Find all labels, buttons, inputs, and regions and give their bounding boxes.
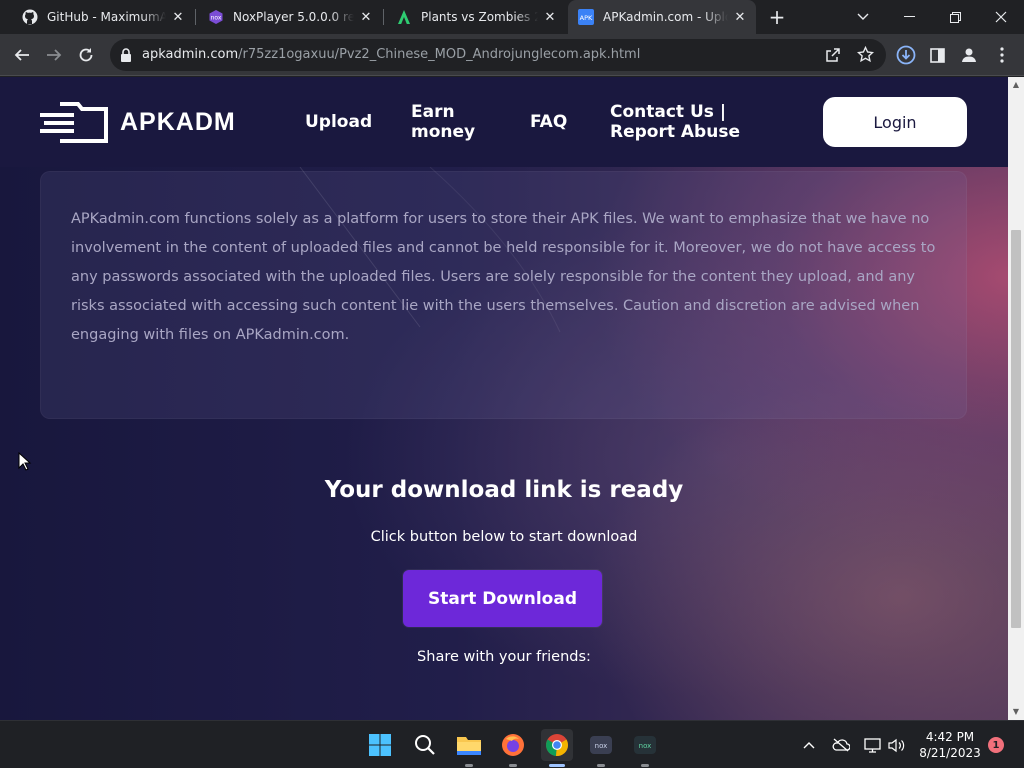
profile-icon[interactable] (954, 40, 984, 70)
nav-faq[interactable]: FAQ (530, 112, 567, 132)
minimize-button[interactable] (886, 0, 932, 34)
search-icon[interactable] (409, 729, 441, 761)
back-button[interactable] (7, 40, 37, 70)
menu-dots-icon[interactable] (987, 40, 1017, 70)
browser-tab-strip: GitHub - MaximumADH ✕ nox NoxPlayer 5.0.… (0, 0, 1024, 34)
mouse-pointer-icon (18, 452, 32, 471)
page-viewport: APKADM Upload Earn money FAQ Contact Us … (0, 77, 1008, 720)
volume-icon[interactable] (886, 721, 906, 768)
system-clock[interactable]: 4:42 PM 8/21/2023 (915, 729, 985, 761)
page-scrollbar[interactable]: ▲ ▼ (1008, 77, 1024, 720)
file-explorer-icon[interactable] (453, 729, 485, 767)
side-panel-icon[interactable] (922, 40, 952, 70)
close-tab-icon[interactable]: ✕ (358, 9, 374, 25)
clock-date: 8/21/2023 (919, 746, 981, 760)
noxplayer-multi-icon[interactable]: nox (585, 729, 617, 767)
scroll-up-arrow-icon[interactable]: ▲ (1011, 80, 1021, 90)
apkadmin-icon: APK (578, 9, 594, 25)
forward-button[interactable] (39, 40, 69, 70)
onedrive-offline-icon[interactable] (830, 721, 852, 768)
scrollbar-thumb[interactable] (1011, 230, 1021, 628)
running-indicator (597, 764, 605, 767)
androjungle-icon (396, 9, 412, 25)
close-tab-icon[interactable]: ✕ (732, 9, 748, 25)
reload-button[interactable] (71, 40, 101, 70)
close-window-button[interactable] (978, 0, 1024, 34)
tab-title: NoxPlayer 5.0.0.0 release (233, 10, 354, 24)
running-indicator (549, 764, 565, 767)
chrome-icon[interactable] (541, 729, 573, 767)
notification-badge[interactable]: 1 (988, 737, 1004, 753)
scroll-down-arrow-icon[interactable]: ▼ (1011, 707, 1021, 717)
downloads-icon[interactable] (891, 40, 921, 70)
address-bar[interactable]: apkadmin.com/r75zz1ogaxuu/Pvz2_Chinese_M… (110, 39, 886, 71)
tab-noxplayer[interactable]: nox NoxPlayer 5.0.0.0 release ✕ (198, 0, 382, 34)
login-button[interactable]: Login (823, 97, 967, 147)
restore-button[interactable] (932, 0, 978, 34)
logo-text: APKADM (120, 107, 236, 136)
svg-text:APK: APK (580, 14, 593, 22)
tab-title: GitHub - MaximumADH (47, 10, 166, 24)
disclaimer-text: APKadmin.com functions solely as a platf… (71, 211, 936, 343)
running-indicator (465, 764, 473, 767)
tab-separator (383, 9, 384, 25)
windows-taskbar: nox nox 4:42 PM 8/21/2023 1 (0, 720, 1024, 768)
bookmark-star-icon[interactable] (856, 45, 875, 67)
lock-icon (120, 47, 132, 66)
share-icon[interactable] (825, 47, 841, 67)
tab-separator (195, 9, 196, 25)
close-tab-icon[interactable]: ✕ (170, 9, 186, 25)
new-tab-button[interactable]: + (765, 5, 789, 29)
running-indicator (641, 764, 649, 767)
start-download-button[interactable]: Start Download (403, 570, 602, 627)
github-icon (22, 9, 38, 25)
tab-github[interactable]: GitHub - MaximumADH ✕ (12, 0, 194, 34)
url-host: apkadmin.com (142, 47, 239, 62)
running-indicator (509, 764, 517, 767)
show-hidden-icons-chevron-icon[interactable] (800, 721, 818, 768)
nav-earn-money[interactable]: Earn money (411, 102, 491, 142)
close-tab-icon[interactable]: ✕ (542, 9, 558, 25)
windows-start-icon[interactable] (364, 729, 396, 761)
site-header: APKADM Upload Earn money FAQ Contact Us … (0, 77, 1008, 167)
svg-text:nox: nox (595, 742, 608, 750)
svg-text:nox: nox (639, 742, 652, 750)
nav-upload[interactable]: Upload (305, 112, 372, 132)
tab-title: APKadmin.com - Upload (603, 10, 728, 24)
url-path: /r75zz1ogaxuu/Pvz2_Chinese_MOD_Androjung… (238, 47, 641, 62)
tab-plants-vs-zombies[interactable]: Plants vs Zombies 2 Ch ✕ (386, 0, 566, 34)
browser-toolbar: apkadmin.com/r75zz1ogaxuu/Pvz2_Chinese_M… (0, 34, 1024, 76)
folder-logo-icon (40, 102, 108, 143)
svg-text:nox: nox (211, 15, 222, 22)
clock-time: 4:42 PM (925, 730, 975, 744)
apkadmin-logo[interactable]: APKADM (40, 101, 236, 143)
noxplayer-app-icon[interactable]: nox (629, 729, 661, 767)
tab-search-chevron-icon[interactable] (840, 0, 886, 34)
tab-apkadmin[interactable]: APK APKadmin.com - Upload ✕ (568, 0, 756, 34)
tab-title: Plants vs Zombies 2 Ch (421, 10, 538, 24)
disclaimer-card: APKadmin.com functions solely as a platf… (40, 171, 967, 419)
network-icon[interactable] (862, 721, 882, 768)
nav-contact-report-abuse[interactable]: Contact Us | Report Abuse (610, 102, 790, 142)
download-subtitle: Click button below to start download (370, 529, 638, 545)
noxplayer-icon: nox (208, 9, 224, 25)
firefox-icon[interactable] (497, 729, 529, 767)
share-label: Share with your friends: (417, 649, 591, 665)
url-text: apkadmin.com/r75zz1ogaxuu/Pvz2_Chinese_M… (142, 47, 640, 62)
download-title: Your download link is ready (324, 477, 684, 503)
